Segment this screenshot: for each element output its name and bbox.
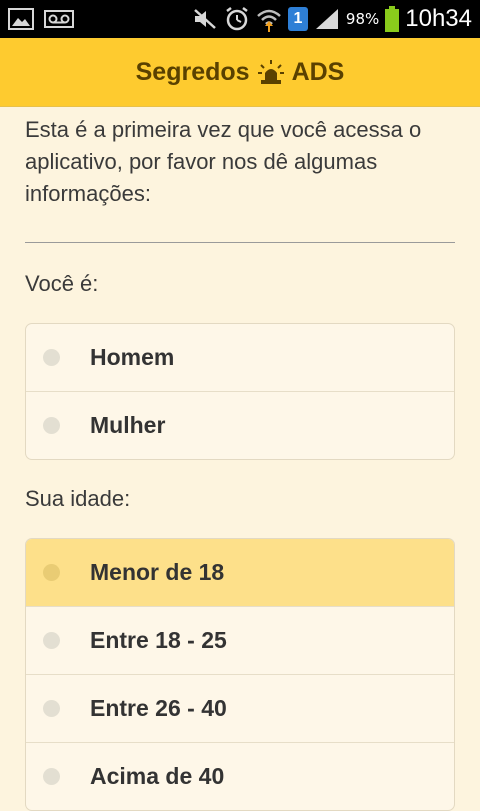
age-radio-group: Menor de 18 Entre 18 - 25 Entre 26 - 40 … — [25, 538, 455, 811]
age-option-26-40[interactable]: Entre 26 - 40 — [26, 674, 454, 742]
radio-button[interactable] — [43, 700, 60, 717]
gender-question: Você é: — [25, 271, 99, 296]
radio-button[interactable] — [43, 768, 60, 785]
app-title-right: ADS — [291, 57, 345, 86]
siren-icon — [257, 59, 284, 85]
radio-button[interactable] — [43, 632, 60, 649]
wifi-icon — [256, 6, 282, 32]
gender-option-mulher[interactable]: Mulher — [26, 391, 454, 459]
battery-icon — [385, 6, 400, 32]
gender-radio-group: Homem Mulher — [25, 323, 455, 460]
signal-icon — [314, 7, 340, 31]
intro-text: Esta é a primeira vez que você acessa o … — [25, 117, 422, 206]
mute-icon — [192, 7, 218, 31]
status-bar: 1 98% 10h34 — [0, 0, 480, 38]
age-question: Sua idade: — [25, 486, 131, 511]
option-label: Entre 18 - 25 — [90, 627, 227, 653]
age-option-18-25[interactable]: Entre 18 - 25 — [26, 606, 454, 674]
age-option-menor-18[interactable]: Menor de 18 — [26, 539, 454, 606]
option-label: Acima de 40 — [90, 763, 225, 789]
main-content: Esta é a primeira vez que você acessa o … — [25, 106, 455, 811]
option-label: Homem — [90, 344, 175, 370]
notification-one-icon: 1 — [287, 7, 308, 31]
divider — [25, 242, 455, 243]
option-label: Menor de 18 — [90, 559, 225, 585]
battery-percent: 98% — [345, 10, 380, 28]
radio-button[interactable] — [43, 564, 60, 581]
gender-option-homem[interactable]: Homem — [26, 324, 454, 391]
image-icon — [8, 8, 34, 30]
app-title-left: Segredos — [135, 57, 250, 86]
clock-time: 10h34 — [405, 5, 472, 32]
voicemail-icon — [44, 10, 74, 28]
option-label: Mulher — [90, 412, 166, 438]
app-title: Segredos ADS — [136, 58, 345, 87]
app-header: Segredos ADS — [0, 38, 480, 107]
radio-button[interactable] — [43, 417, 60, 434]
option-label: Entre 26 - 40 — [90, 695, 227, 721]
radio-button[interactable] — [43, 349, 60, 366]
alarm-icon — [224, 6, 250, 32]
